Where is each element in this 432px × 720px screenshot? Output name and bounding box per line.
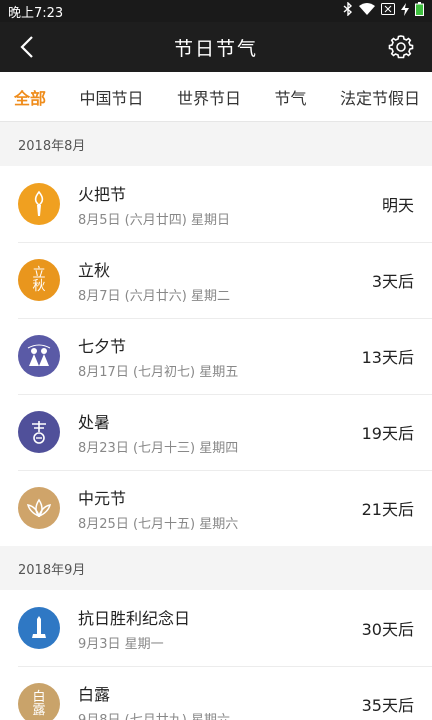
- festival-date: 8月25日 (七月十五) 星期六: [78, 516, 239, 532]
- festival-date: 8月17日 (七月初七) 星期五: [78, 364, 239, 380]
- days-until: 21天后: [361, 500, 414, 519]
- monument-icon: [18, 607, 60, 649]
- list-item[interactable]: 处暑 8月23日 (七月十三) 星期四 19天后: [0, 394, 432, 470]
- status-icons: [343, 1, 424, 20]
- festival-name: 处暑: [78, 412, 111, 432]
- liqiu-icon-text: 立秋: [32, 266, 46, 294]
- days-until: 明天: [381, 196, 414, 215]
- bailu-icon: 白露: [18, 683, 60, 720]
- festival-list: 火把节 8月5日 (六月廿四) 星期日 明天 立秋 立秋 8月7日 (六月廿六)…: [0, 166, 432, 546]
- back-button[interactable]: [12, 32, 42, 62]
- festival-list: 抗日胜利纪念日 9月3日 星期一 30天后 白露 白露 9月8日 (七月廿九) …: [0, 590, 432, 720]
- qixi-icon: [18, 335, 60, 377]
- status-bar: 晚上7:23: [0, 0, 432, 22]
- tab-solar-terms[interactable]: 节气: [274, 85, 306, 109]
- settings-button[interactable]: [386, 32, 416, 62]
- lotus-icon: [18, 487, 60, 529]
- days-until: 19天后: [361, 424, 414, 443]
- page-title: 节日节气: [173, 37, 258, 60]
- festival-date: 9月3日 星期一: [78, 636, 164, 652]
- liqiu-icon: 立秋: [18, 259, 60, 301]
- torch-icon: [18, 183, 60, 225]
- list-item[interactable]: 抗日胜利纪念日 9月3日 星期一 30天后: [0, 590, 432, 666]
- days-until: 3天后: [371, 272, 414, 291]
- section-header: 2018年8月: [0, 122, 432, 166]
- bailu-icon-text: 白露: [32, 690, 46, 718]
- tab-chinese-festivals[interactable]: 中国节日: [79, 85, 143, 109]
- festival-name: 白露: [78, 684, 111, 704]
- list-item[interactable]: 火把节 8月5日 (六月廿四) 星期日 明天: [0, 166, 432, 242]
- festival-name: 抗日胜利纪念日: [78, 608, 191, 628]
- app-bar: 节日节气: [0, 22, 432, 72]
- festival-name: 中元节: [78, 488, 127, 508]
- days-until: 35天后: [361, 696, 414, 715]
- filter-tabs: 全部 中国节日 世界节日 节气 法定节假日: [0, 72, 432, 122]
- charging-icon: [401, 2, 409, 20]
- bluetooth-icon: [343, 1, 353, 20]
- tab-world-festivals[interactable]: 世界节日: [177, 85, 241, 109]
- wifi-icon: [359, 3, 375, 19]
- tab-public-holidays[interactable]: 法定节假日: [340, 85, 420, 109]
- no-sim-icon: [381, 3, 395, 19]
- tab-all[interactable]: 全部: [14, 85, 46, 109]
- festival-name: 立秋: [78, 260, 111, 280]
- festival-name: 七夕节: [78, 336, 127, 356]
- festival-name: 火把节: [78, 184, 127, 204]
- chevron-left-icon: [20, 36, 33, 58]
- list-item[interactable]: 立秋 立秋 8月7日 (六月廿六) 星期二 3天后: [0, 242, 432, 318]
- festival-date: 8月7日 (六月廿六) 星期二: [78, 288, 230, 304]
- festival-date: 8月23日 (七月十三) 星期四: [78, 440, 239, 456]
- list-item[interactable]: 白露 白露 9月8日 (七月廿九) 星期六 35天后: [0, 666, 432, 720]
- battery-icon: [415, 2, 424, 20]
- list-item[interactable]: 中元节 8月25日 (七月十五) 星期六 21天后: [0, 470, 432, 546]
- section-header: 2018年9月: [0, 546, 432, 590]
- days-until: 13天后: [361, 348, 414, 367]
- status-time: 晚上7:23: [8, 5, 64, 21]
- list-item[interactable]: 七夕节 8月17日 (七月初七) 星期五 13天后: [0, 318, 432, 394]
- festival-date: 8月5日 (六月廿四) 星期日: [78, 212, 230, 228]
- days-until: 30天后: [361, 620, 414, 639]
- chushu-icon: [18, 411, 60, 453]
- festival-date: 9月8日 (七月廿九) 星期六: [78, 712, 230, 720]
- gear-icon: [388, 35, 414, 59]
